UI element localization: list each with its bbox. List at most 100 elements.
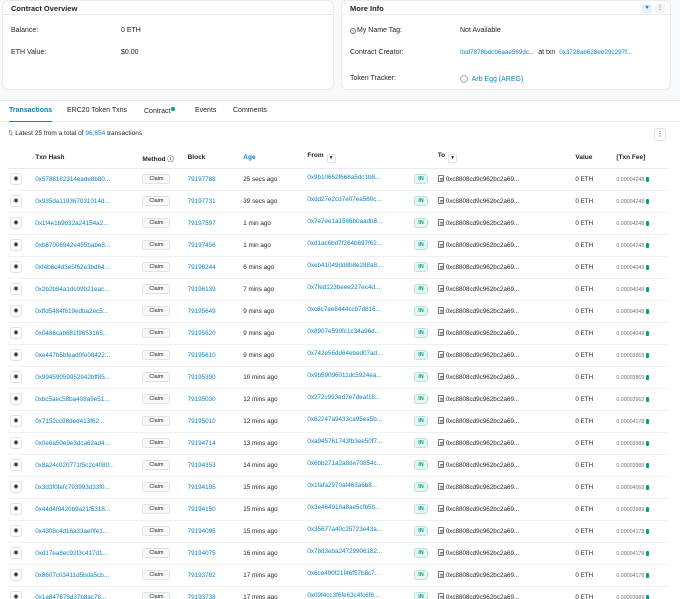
block-link[interactable]: 79194150 [188, 506, 216, 513]
th-txn-fee-label[interactable]: [Txn Fee] [616, 154, 645, 161]
block-link[interactable]: 79194353 [188, 462, 216, 469]
block-link[interactable]: 79193782 [188, 572, 216, 579]
tab-transactions[interactable]: Transactions [9, 107, 53, 123]
creator-address-link[interactable]: 0xd7878bdcb6aae569dc... [460, 49, 534, 56]
th-age[interactable]: Age [241, 148, 306, 169]
age-text: 17 mins ago [243, 593, 278, 599]
th-txn-fee[interactable]: [Txn Fee] [614, 148, 668, 169]
creator-txn-link[interactable]: 0x3728ab628eb29c297f... [559, 49, 632, 56]
from-address-link[interactable]: 0x7bd3eba24729906182... [307, 548, 382, 555]
eye-icon[interactable]: ◉ [10, 481, 22, 493]
txn-hash-link[interactable]: 0x7152cc98ded413f62... [35, 418, 104, 425]
block-link[interactable]: 79194195 [188, 484, 216, 491]
txn-hash-link[interactable]: 0x8607c03411d5bda5cb... [35, 572, 109, 579]
eye-icon[interactable]: ◉ [10, 327, 22, 339]
from-address-link[interactable]: 0x9b59096011dc5924ea... [307, 372, 381, 379]
block-link[interactable]: 79197788 [188, 176, 216, 183]
block-link[interactable]: 79195649 [188, 308, 216, 315]
from-address-link[interactable]: 0x62247a9433ca95ea5b... [307, 416, 382, 423]
from-address-link[interactable]: 0x7e7ee1a1566b0aadb8... [307, 218, 382, 225]
block-link[interactable]: 79195390 [188, 374, 216, 381]
block-link[interactable]: 79194714 [188, 440, 216, 447]
eye-icon[interactable]: ◉ [10, 305, 22, 317]
from-address-link[interactable]: 0x09f4cc3f6fe63c4fc6f8... [307, 592, 379, 599]
txn-hash-link[interactable]: 0x1f4e1b9b32a24154a2... [35, 220, 108, 227]
txn-hash-link[interactable]: 0xbc5aec58ba408a9e51... [35, 396, 109, 403]
eye-icon[interactable]: ◉ [10, 437, 22, 449]
txn-hash-link[interactable]: 0xffd5484f619edba2ec5... [35, 308, 108, 315]
from-address-link[interactable]: 0x1fafa2970af463a6b8... [307, 482, 377, 489]
block-link[interactable]: 79197731 [188, 198, 216, 205]
from-address-link[interactable]: 0x7fed123beee227ec4d... [307, 284, 380, 291]
summary-count-link[interactable]: 96,654 [85, 130, 105, 137]
txn-hash-link[interactable]: 0xf4b6c4d3e5f62e3bd64... [35, 264, 110, 271]
txn-hash-link[interactable]: 0x99459059952942bff85... [35, 374, 110, 381]
txn-hash-link[interactable]: 0x2b2b84a1dc09b21eac... [35, 286, 109, 293]
token-tracker-link[interactable]: Arb Egg (AREG) [472, 76, 524, 83]
eye-icon[interactable]: ◉ [10, 547, 22, 559]
block-link[interactable]: 79193738 [188, 594, 216, 599]
eye-icon[interactable]: ◉ [10, 569, 22, 581]
block-link[interactable]: 79194095 [188, 528, 216, 535]
tab-erc20-token-txns[interactable]: ERC20 Token Txns [67, 107, 127, 114]
eye-icon[interactable]: ◉ [10, 371, 22, 383]
eye-icon[interactable]: ◉ [10, 591, 22, 599]
from-address-link[interactable]: 0x8907e599fc1c34a96d... [307, 328, 379, 335]
eye-icon[interactable]: ◉ [10, 239, 22, 251]
eye-icon[interactable]: ◉ [10, 195, 22, 207]
txn-hash-link[interactable]: 0x44d4f9420b9a21f5318... [35, 506, 110, 513]
block-link[interactable]: 79195620 [188, 330, 216, 337]
txn-hash-link[interactable]: 0xb67006942e455babe8... [35, 242, 110, 249]
from-address-link[interactable]: 0x35677a40c25723e43a... [307, 526, 382, 533]
eye-icon[interactable]: ◉ [10, 173, 22, 185]
eye-icon[interactable]: ◉ [10, 261, 22, 273]
block-link[interactable]: 79195010 [188, 418, 216, 425]
from-address-link[interactable]: 0x9b10662f668a5dc1b8... [307, 174, 380, 181]
filter-icon[interactable]: ▼ [448, 154, 458, 164]
th-age-label[interactable]: Age [243, 154, 255, 161]
eye-icon[interactable]: ◉ [10, 525, 22, 537]
block-link[interactable]: 79197456 [188, 242, 216, 249]
from-address-link[interactable]: 0x6bb271a2a8de70854c... [307, 460, 382, 467]
eye-icon[interactable]: ◉ [10, 459, 22, 471]
tab-comments[interactable]: Comments [233, 107, 267, 114]
eye-icon[interactable]: ◉ [10, 283, 22, 295]
block-link[interactable]: 79197597 [188, 220, 216, 227]
txn-hash-link[interactable]: 0xd17ea8ec92f3c417d1... [35, 550, 107, 557]
from-address-link[interactable]: 0xa945761743fb3ee50f7... [307, 438, 382, 445]
from-address-link[interactable]: 0xd1ac6bd7f264b697f62... [307, 240, 382, 247]
txn-hash-link[interactable]: 0x4308c4d16a33ae0fe1... [35, 528, 108, 535]
heart-icon[interactable]: ♥ [642, 4, 652, 13]
eye-icon[interactable]: ◉ [10, 349, 22, 361]
txn-hash-link[interactable]: 0x5788182314eade8b80... [35, 176, 110, 183]
from-address-link[interactable]: 0x742e56dd64ebed07ad... [307, 350, 382, 357]
txn-hash-link[interactable]: 0x935da119367031014d... [35, 198, 109, 205]
from-address-link[interactable]: 0x272c993ed7e7deaf18... [307, 394, 380, 401]
txn-hash-link[interactable]: 0xe447b5bfead0fe08422... [35, 352, 110, 359]
tab-events[interactable]: Events [195, 107, 216, 114]
from-address-link[interactable]: 0x3e464918a8ae5cfb5b... [307, 504, 380, 511]
from-address-link[interactable]: 0xeb41049dd8b8e288a8... [307, 262, 382, 269]
from-address-link[interactable]: 0xdd27e2cd7e07ea560c... [307, 196, 381, 203]
eye-icon[interactable]: ◉ [10, 393, 22, 405]
block-link[interactable]: 79196244 [188, 264, 216, 271]
block-link[interactable]: 79195030 [188, 396, 216, 403]
txn-hash-link[interactable]: 0x0486cab681f9653165... [35, 330, 108, 337]
filter-icon[interactable]: ▼ [326, 154, 336, 164]
txn-hash-link[interactable]: 0x3d3f0fefc793993d33f0... [35, 484, 110, 491]
from-address-link[interactable]: 0xc8c7ee8444ccb7d816... [307, 306, 381, 313]
block-link[interactable]: 79194075 [188, 550, 216, 557]
from-address-link[interactable]: 0x6ce490f21f46f57b8c7... [307, 570, 379, 577]
eye-icon[interactable]: ◉ [10, 415, 22, 427]
eye-icon[interactable]: ◉ [10, 503, 22, 515]
more-options-icon[interactable]: ⋮ [655, 4, 665, 13]
txn-hash-link[interactable]: 0x0e6a50e9e3dca62ad4... [35, 440, 110, 447]
txn-hash-link[interactable]: 0x8a24c020771f5c2c4080... [35, 462, 114, 469]
block-link[interactable]: 79195610 [188, 352, 216, 359]
eye-icon[interactable]: ◉ [10, 217, 22, 229]
info-icon[interactable]: ⓘ [167, 156, 174, 163]
txn-hash-link[interactable]: 0x1a847678d37b8ac78... [35, 594, 106, 599]
tab-contract[interactable]: Contract [144, 108, 170, 115]
more-menu-button[interactable]: ⋮ [654, 128, 666, 141]
block-link[interactable]: 79196139 [188, 286, 216, 293]
